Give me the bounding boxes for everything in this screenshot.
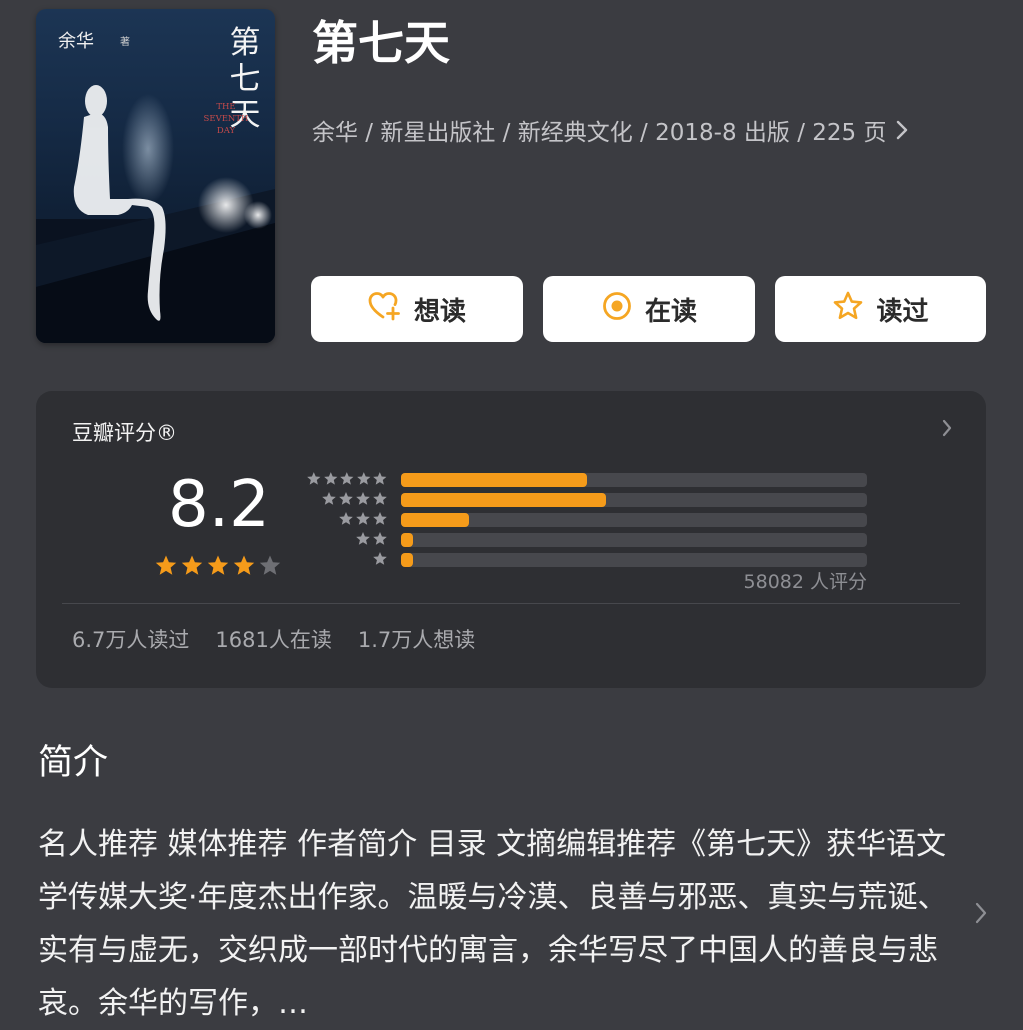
star-small-icon — [373, 552, 387, 565]
rating-score: 8.2 — [168, 468, 270, 542]
cover-title-char: 七 — [229, 61, 261, 97]
reading-stats: 6.7万人读过 1681人在读 1.7万人想读 — [72, 624, 475, 654]
star-small-icon — [356, 532, 370, 545]
chevron-right-icon — [896, 120, 908, 140]
star-small-icon — [356, 512, 370, 525]
rating-bar-track — [401, 513, 867, 527]
chevron-right-icon[interactable] — [942, 419, 952, 441]
cover-author: 余华 — [58, 31, 94, 52]
reading-button[interactable]: 在读 — [543, 276, 755, 342]
want-count: 1.7万人想读 — [357, 628, 476, 652]
row-stars — [306, 511, 388, 527]
rating-bar-track — [401, 533, 867, 547]
cover-author-suffix: 著 — [120, 37, 130, 48]
rating-bar-track — [401, 553, 867, 567]
row-stars — [306, 531, 388, 547]
cover-title-char: 第 — [229, 25, 261, 61]
book-meta-link[interactable]: 余华 / 新星出版社 / 新经典文化 / 2018-8 出版 / 225 页 — [312, 112, 908, 148]
rating-stars — [154, 554, 282, 578]
star-filled-icon — [233, 555, 255, 575]
chevron-right-icon[interactable] — [975, 902, 987, 928]
intro-heading: 简介 — [38, 743, 109, 783]
star-small-icon — [340, 472, 354, 485]
intro-text[interactable]: 名人推荐 媒体推荐 作者简介 目录 文摘编辑推荐《第七天》获华语文学传媒大奖·年… — [38, 818, 958, 1030]
star-small-icon — [356, 492, 370, 505]
star-filled-icon — [155, 555, 177, 575]
star-empty-icon — [259, 555, 281, 575]
star-small-icon — [307, 472, 321, 485]
have-read-label: 读过 — [876, 296, 929, 327]
reading-count: 1681人在读 — [215, 628, 332, 652]
star-small-icon — [339, 492, 353, 505]
rating-bar-fill — [401, 493, 607, 507]
cover-english-line: DAY — [216, 126, 236, 136]
star-small-icon — [356, 472, 371, 485]
star-filled-icon — [181, 555, 203, 575]
star-small-icon — [373, 492, 387, 505]
have-read-button[interactable]: 读过 — [775, 276, 986, 342]
row-stars — [306, 471, 388, 487]
cover-english-title: THE SEVENTH DAY — [186, 101, 266, 137]
rating-card[interactable]: 豆瓣评分® 8.2 58082 人评分 6.7万人读过 1681人在读 1.7万… — [36, 391, 986, 688]
star-small-icon — [339, 512, 353, 525]
rating-count: 58082 人评分 — [743, 571, 867, 593]
rating-bar-track — [401, 473, 867, 487]
cover-english-line: THE — [216, 102, 236, 112]
rating-bar-fill — [401, 473, 588, 487]
star-filled-icon — [207, 555, 229, 575]
star-small-icon — [373, 532, 387, 545]
rating-bar-fill — [401, 553, 413, 567]
rating-bar-fill — [401, 513, 469, 527]
book-meta-text: 余华 / 新星出版社 / 新经典文化 / 2018-8 出版 / 225 页 — [312, 120, 887, 146]
reading-dot-icon — [601, 290, 645, 329]
star-small-icon — [323, 472, 338, 485]
rating-title: 豆瓣评分® — [72, 421, 177, 445]
row-stars — [306, 491, 388, 507]
star-small-icon — [373, 472, 387, 485]
want-to-read-label: 想读 — [413, 296, 466, 327]
star-outline-icon — [832, 290, 876, 329]
star-small-icon — [373, 512, 387, 525]
heart-plus-icon — [368, 291, 414, 328]
read-count: 6.7万人读过 — [72, 628, 190, 652]
reading-label: 在读 — [644, 296, 697, 327]
rating-bar-fill — [401, 533, 413, 547]
rating-bar-track — [401, 493, 867, 507]
divider — [62, 603, 960, 604]
book-title: 第七天 — [312, 16, 450, 70]
row-stars — [306, 551, 388, 567]
star-small-icon — [322, 492, 336, 505]
book-cover[interactable]: 余华 著 第 七 天 THE SEVENTH DAY — [36, 9, 275, 343]
cover-english-line: SEVENTH — [203, 114, 249, 124]
want-to-read-button[interactable]: 想读 — [311, 276, 523, 342]
